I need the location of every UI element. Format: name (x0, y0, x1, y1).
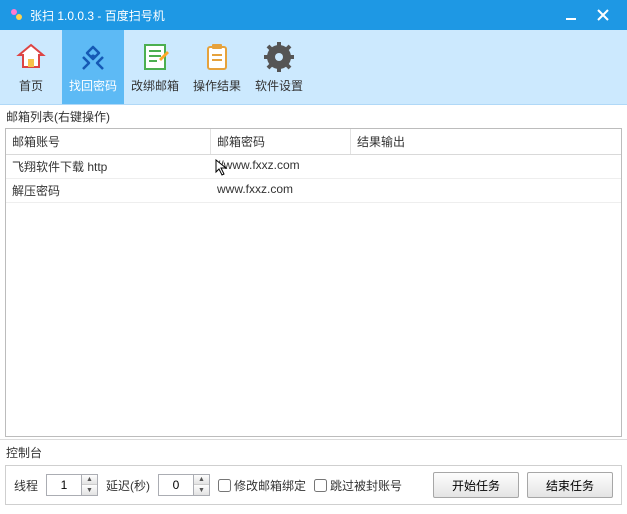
threads-input[interactable] (46, 474, 82, 496)
column-account[interactable]: 邮箱账号 (6, 129, 211, 154)
toolbar: 首页 找回密码 改绑邮箱 操作结果 软件设置 (0, 30, 627, 105)
tab-change-mail[interactable]: 改绑邮箱 (124, 30, 186, 104)
close-button[interactable] (587, 0, 619, 30)
home-icon (15, 41, 47, 73)
cell-account: 飞翔软件下载 http (6, 155, 211, 178)
minimize-icon (565, 9, 577, 21)
delay-input[interactable] (158, 474, 194, 496)
app-logo-icon (8, 7, 24, 23)
checkbox-skip-blocked-input[interactable] (314, 479, 327, 492)
control-panel: 线程 ▲ ▼ 延迟(秒) ▲ ▼ 修改邮箱绑定 跳过被封账号 开始任务 结束任务 (5, 465, 622, 505)
tab-software-settings-label: 软件设置 (255, 77, 303, 94)
table-row[interactable]: 飞翔软件下载 http //www.fxxz.com (6, 155, 621, 179)
checkbox-modify-mail-label: 修改邮箱绑定 (234, 477, 306, 494)
cell-password: www.fxxz.com (211, 179, 351, 202)
tab-find-password[interactable]: 找回密码 (62, 30, 124, 104)
cell-result (351, 155, 621, 178)
tab-home-label: 首页 (19, 77, 43, 94)
checkbox-skip-blocked[interactable]: 跳过被封账号 (314, 477, 402, 494)
find-password-icon (77, 41, 109, 73)
cell-result (351, 179, 621, 202)
threads-stepper[interactable]: ▲ ▼ (46, 474, 98, 496)
window-title: 张扫 1.0.0.3 - 百度扫号机 (30, 7, 555, 24)
table-header: 邮箱账号 邮箱密码 结果输出 (6, 129, 621, 155)
operation-result-icon (201, 41, 233, 73)
tab-find-password-label: 找回密码 (69, 77, 117, 94)
minimize-button[interactable] (555, 0, 587, 30)
title-bar: 张扫 1.0.0.3 - 百度扫号机 (0, 0, 627, 30)
tab-change-mail-label: 改绑邮箱 (131, 77, 179, 94)
close-icon (597, 9, 609, 21)
delay-down-icon[interactable]: ▼ (194, 485, 209, 495)
control-panel-label: 控制台 (0, 439, 627, 465)
checkbox-modify-mail-input[interactable] (218, 479, 231, 492)
checkbox-skip-blocked-label: 跳过被封账号 (330, 477, 402, 494)
threads-down-icon[interactable]: ▼ (82, 485, 97, 495)
threads-arrows: ▲ ▼ (82, 474, 98, 496)
cell-password: //www.fxxz.com (211, 155, 351, 178)
mailbox-table: 邮箱账号 邮箱密码 结果输出 飞翔软件下载 http //www.fxxz.co… (5, 128, 622, 437)
tab-operation-result[interactable]: 操作结果 (186, 30, 248, 104)
change-mail-icon (139, 41, 171, 73)
table-body[interactable]: 飞翔软件下载 http //www.fxxz.com 解压密码 www.fxxz… (6, 155, 621, 436)
delay-label: 延迟(秒) (106, 477, 150, 494)
delay-stepper[interactable]: ▲ ▼ (158, 474, 210, 496)
delay-arrows: ▲ ▼ (194, 474, 210, 496)
tab-software-settings[interactable]: 软件设置 (248, 30, 310, 104)
column-password[interactable]: 邮箱密码 (211, 129, 351, 154)
delay-up-icon[interactable]: ▲ (194, 475, 209, 485)
mailbox-list-label: 邮箱列表(右键操作) (0, 105, 627, 128)
start-button[interactable]: 开始任务 (433, 472, 519, 498)
threads-label: 线程 (14, 477, 38, 494)
tab-operation-result-label: 操作结果 (193, 77, 241, 94)
threads-up-icon[interactable]: ▲ (82, 475, 97, 485)
tab-home[interactable]: 首页 (0, 30, 62, 104)
cell-account: 解压密码 (6, 179, 211, 202)
stop-button[interactable]: 结束任务 (527, 472, 613, 498)
table-row[interactable]: 解压密码 www.fxxz.com (6, 179, 621, 203)
gear-icon (263, 41, 295, 73)
column-result[interactable]: 结果输出 (351, 129, 621, 154)
checkbox-modify-mail[interactable]: 修改邮箱绑定 (218, 477, 306, 494)
